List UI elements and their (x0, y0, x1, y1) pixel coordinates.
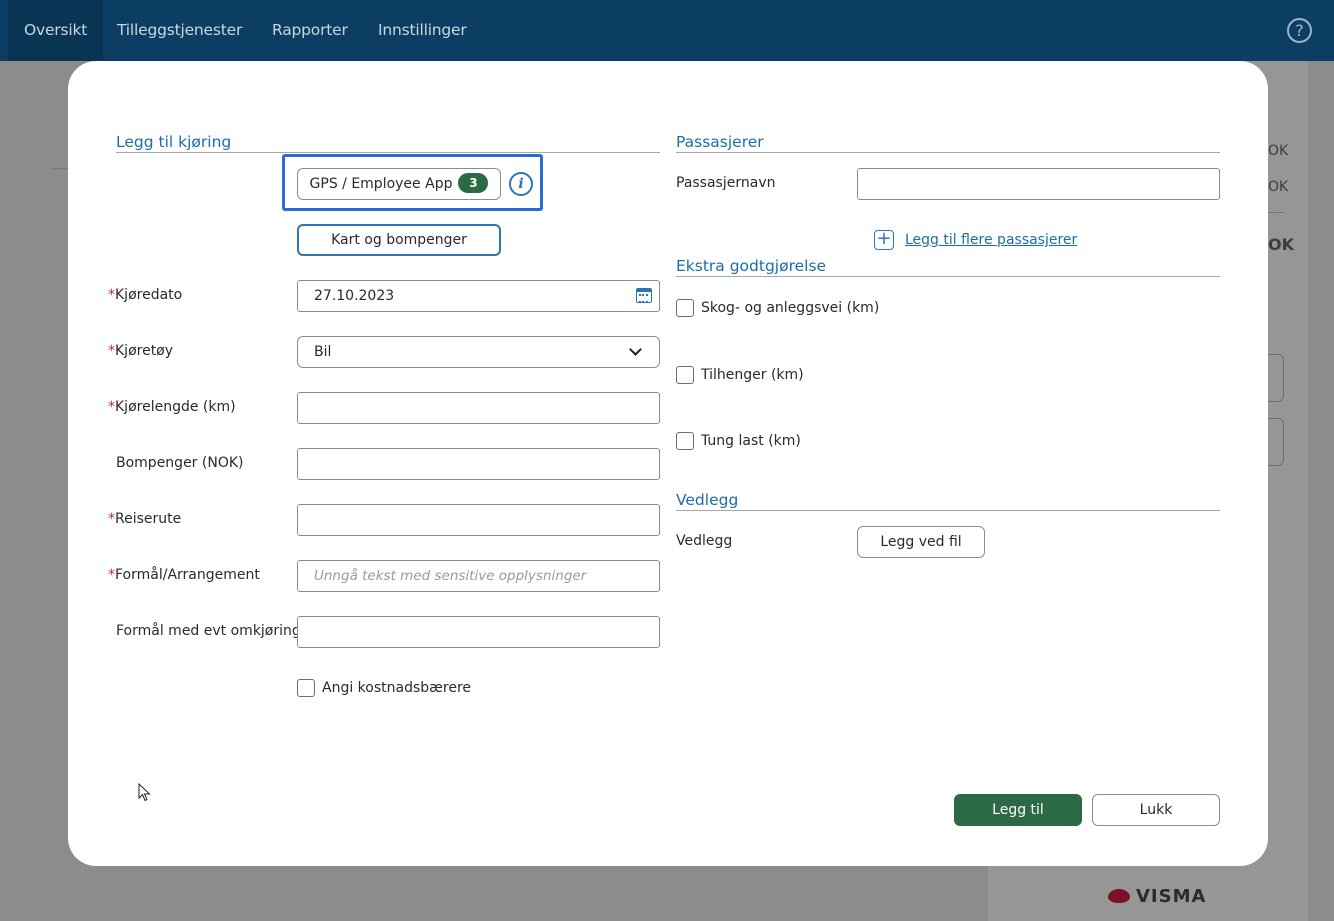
nav-item-innstillinger[interactable]: Innstillinger (378, 0, 467, 61)
background-divider (1268, 212, 1284, 213)
map-and-tolls-button[interactable]: Kart og bompenger (297, 224, 501, 256)
gps-employee-app-button[interactable]: GPS / Employee App 3 (297, 168, 501, 200)
add-trip-dialog: Legg til kjøring GPS / Employee App 3 i K… (68, 61, 1268, 866)
purpose-input[interactable]: Unngå tekst med sensitive opplysninger (297, 560, 660, 592)
nav-item-tilleggstjenester[interactable]: Tilleggstjenester (117, 0, 242, 61)
route-label: *Reiserute (108, 511, 182, 527)
purpose-label: *Formål/Arrangement (108, 567, 260, 583)
section-title-add-trip: Legg til kjøring (116, 133, 232, 151)
mouse-cursor-icon (138, 783, 151, 802)
attach-file-button[interactable]: Legg ved fil (857, 526, 985, 558)
cost-carrier-checkbox[interactable] (297, 679, 315, 697)
heavy-load-label: Tung last (km) (701, 433, 801, 449)
calendar-icon[interactable] (636, 288, 652, 303)
tolls-label: Bompenger (NOK) (116, 455, 244, 471)
forest-road-checkbox[interactable] (676, 299, 694, 317)
forest-road-label: Skog- og anleggsvei (km) (701, 300, 880, 316)
section-divider (116, 152, 660, 153)
background-text: OK (1268, 179, 1289, 195)
tolls-input[interactable] (297, 448, 660, 480)
add-more-passengers-link[interactable]: Legg til flere passasjerer (905, 232, 1077, 248)
vehicle-select[interactable]: Bil (297, 336, 660, 368)
visma-mark-icon (1108, 889, 1130, 903)
cost-carrier-label: Angi kostnadsbærere (322, 680, 472, 696)
count-badge: 3 (458, 173, 489, 193)
section-title-extra-allowance: Ekstra godtgjørelse (676, 257, 827, 275)
detour-purpose-label: Formål med evt omkjøring (116, 623, 301, 639)
date-label: *Kjøredato (108, 287, 183, 303)
visma-logo: VISMA (1108, 886, 1206, 907)
route-input[interactable] (297, 504, 660, 536)
distance-input[interactable] (297, 392, 660, 424)
section-title-passengers: Passasjerer (676, 133, 764, 151)
nav-item-rapporter[interactable]: Rapporter (272, 0, 348, 61)
detour-purpose-input[interactable] (297, 616, 660, 648)
close-button[interactable]: Lukk (1092, 794, 1220, 826)
section-divider (676, 152, 1220, 153)
section-divider (676, 510, 1220, 511)
info-icon[interactable]: i (509, 172, 533, 196)
trailer-label: Tilhenger (km) (701, 367, 804, 383)
attachments-label: Vedlegg (676, 533, 733, 549)
section-divider (676, 276, 1220, 277)
date-input[interactable]: 27.10.2023 (297, 280, 660, 312)
passenger-name-label: Passasjernavn (676, 175, 776, 191)
plus-icon[interactable]: + (874, 230, 894, 250)
passenger-name-input[interactable] (857, 168, 1220, 200)
top-navigation: Oversikt Tilleggstjenester Rapporter Inn… (0, 0, 1334, 61)
heavy-load-checkbox[interactable] (676, 432, 694, 450)
nav-item-oversikt[interactable]: Oversikt (8, 0, 104, 61)
add-button[interactable]: Legg til (954, 794, 1082, 826)
distance-label: *Kjørelengde (km) (108, 399, 236, 415)
trailer-checkbox[interactable] (676, 366, 694, 384)
vehicle-label: *Kjøretøy (108, 343, 174, 359)
help-icon[interactable]: ? (1287, 18, 1312, 43)
section-title-attachments: Vedlegg (676, 491, 739, 509)
background-text: OK (1268, 143, 1289, 159)
background-text: OK (1268, 235, 1294, 254)
